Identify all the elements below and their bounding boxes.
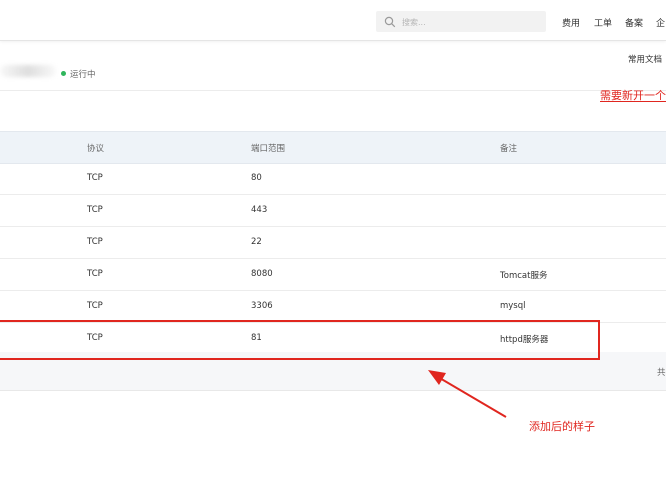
header-remark: 备注 [500,144,518,154]
row-protocol: TCP [87,205,103,215]
docs-link[interactable]: 常用文档 [628,53,662,65]
nav-filing[interactable]: 备案 [625,16,643,29]
top-bar: 费用 工单 备案 企 [0,0,666,41]
header-port-range: 端口范围 [251,144,286,154]
annotation-underline [600,101,666,102]
row-protocol: TCP [87,269,103,279]
table-row: TCP 22 [0,226,666,259]
row-port: 22 [251,237,262,247]
search-icon [384,16,396,28]
search-input[interactable] [400,13,544,31]
nav-billing[interactable]: 费用 [562,16,580,29]
instance-header: 运行中 常用文档 [0,40,666,91]
status-dot-icon [61,71,66,76]
row-port: 8080 [251,269,273,279]
row-port: 3306 [251,301,273,311]
redacted-instance-name [0,65,56,77]
table-row: TCP 80 [0,162,666,195]
row-port: 443 [251,205,268,215]
row-protocol: TCP [87,301,103,311]
search-box[interactable] [376,11,546,32]
annotation-highlight-box [0,320,600,360]
annotation-after-adding-label: 添加后的样子 [529,420,595,433]
firewall-table-header: 协议 端口范围 备注 [0,131,666,164]
table-row: TCP 3306 mysql [0,290,666,323]
row-port: 80 [251,173,262,183]
table-row: TCP 443 [0,194,666,227]
row-remark: Tomcat服务 [500,271,548,281]
instance-status: 运行中 [70,70,96,80]
pagination-total: 共 [657,368,666,378]
table-row: TCP 8080 Tomcat服务 [0,258,666,291]
row-protocol: TCP [87,173,103,183]
row-remark: mysql [500,301,526,311]
nav-enterprise[interactable]: 企 [656,16,665,29]
row-protocol: TCP [87,237,103,247]
nav-tickets[interactable]: 工单 [594,16,612,29]
header-protocol: 协议 [87,144,105,154]
